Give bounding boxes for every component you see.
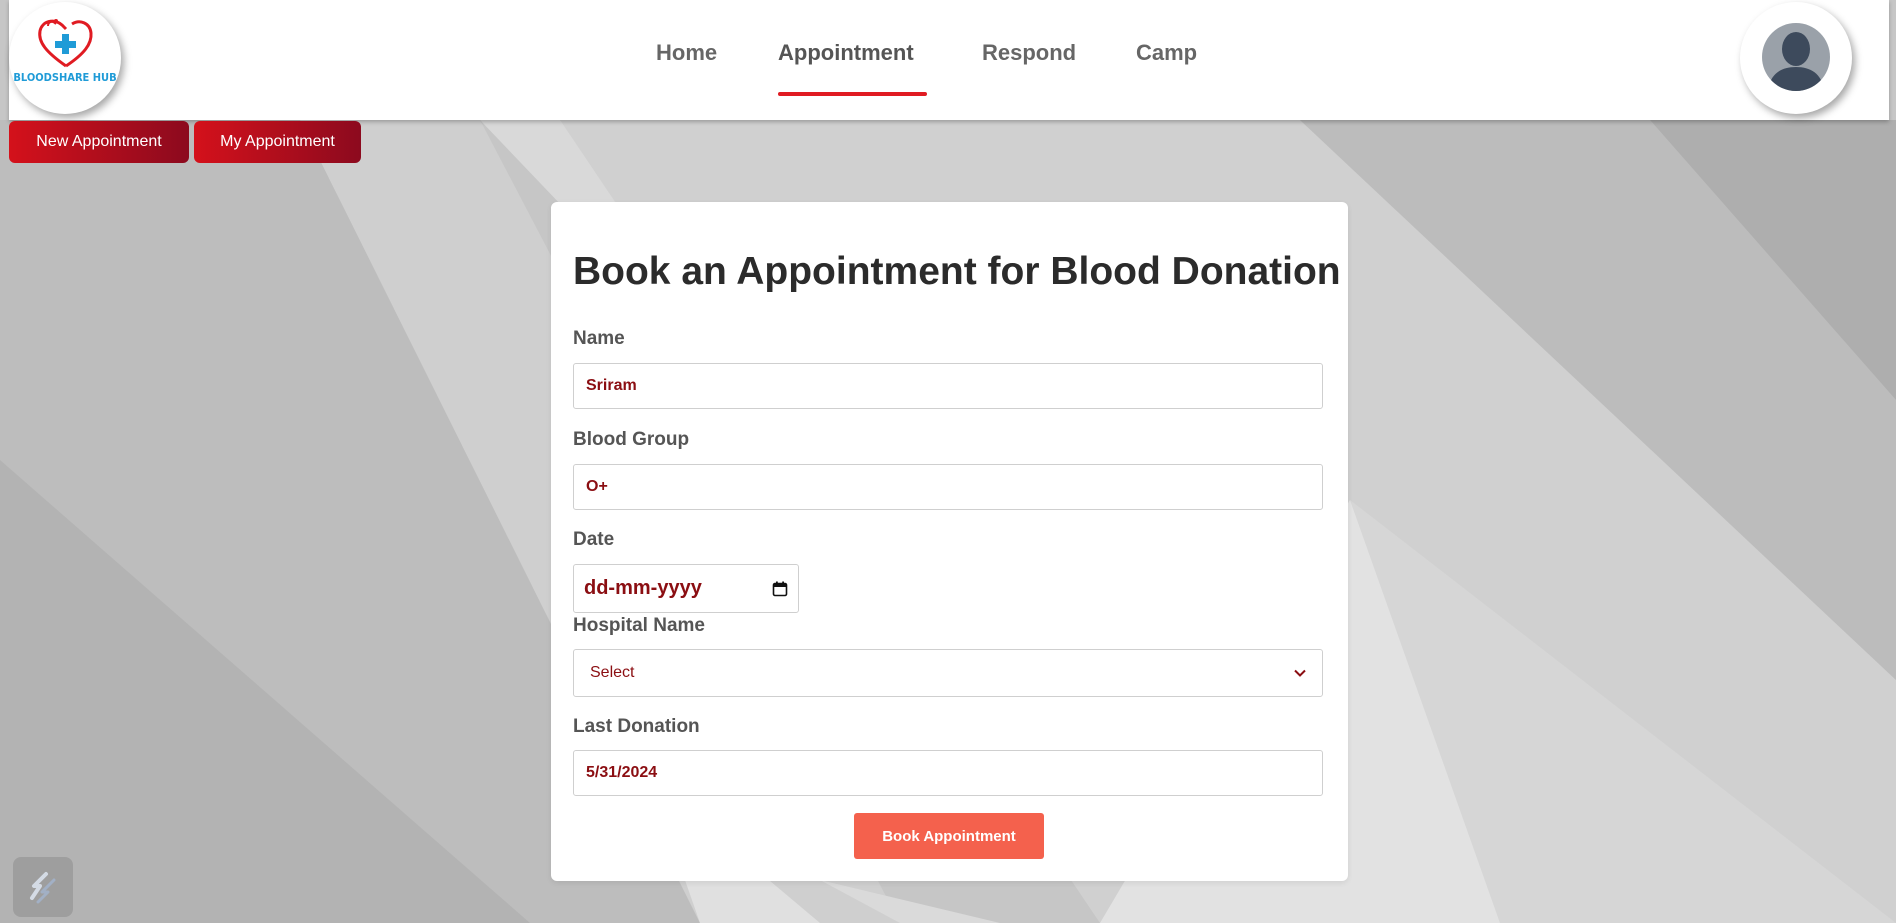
name-field[interactable]: Sriram	[573, 363, 1323, 409]
calendar-icon[interactable]	[772, 581, 788, 597]
blood-group-value: O+	[586, 478, 608, 495]
book-appointment-button[interactable]: Book Appointment	[854, 813, 1044, 859]
last-donation-field[interactable]: 5/31/2024	[573, 750, 1323, 796]
appointment-form-card: Book an Appointment for Blood Donation N…	[551, 202, 1348, 881]
nav-active-indicator	[778, 92, 927, 96]
top-header	[9, 0, 1889, 120]
app-switch-icon	[30, 872, 56, 904]
date-placeholder: dd-mm-yyyy	[584, 577, 702, 599]
floating-app-button[interactable]	[13, 857, 73, 917]
date-input[interactable]: dd-mm-yyyy	[573, 564, 799, 613]
blood-group-label: Blood Group	[573, 429, 690, 450]
name-value: Sriram	[586, 377, 637, 394]
last-donation-label: Last Donation	[573, 716, 700, 737]
my-appointment-button[interactable]: My Appointment	[194, 121, 361, 163]
hospital-select[interactable]: Select	[573, 649, 1323, 697]
brand-logo[interactable]: BLOODSHARE HUB	[9, 2, 121, 114]
date-label: Date	[573, 529, 615, 550]
heart-cross-icon	[38, 19, 93, 68]
hospital-selected-value: Select	[590, 664, 635, 681]
new-appointment-button[interactable]: New Appointment	[9, 121, 189, 163]
nav-item-appointment[interactable]: Appointment	[778, 40, 914, 66]
brand-name: BLOODSHARE HUB	[13, 71, 117, 84]
name-label: Name	[573, 328, 625, 349]
hospital-label: Hospital Name	[573, 615, 705, 636]
last-donation-value: 5/31/2024	[586, 764, 658, 781]
nav-item-camp[interactable]: Camp	[1136, 40, 1197, 66]
blood-group-field[interactable]: O+	[573, 464, 1323, 510]
nav-item-home[interactable]: Home	[656, 40, 717, 66]
user-silhouette-icon	[1762, 23, 1830, 91]
nav-item-respond[interactable]: Respond	[982, 40, 1076, 66]
form-title: Book an Appointment for Blood Donation	[573, 250, 1341, 293]
chevron-down-icon	[1294, 669, 1306, 677]
user-avatar[interactable]	[1740, 2, 1852, 114]
